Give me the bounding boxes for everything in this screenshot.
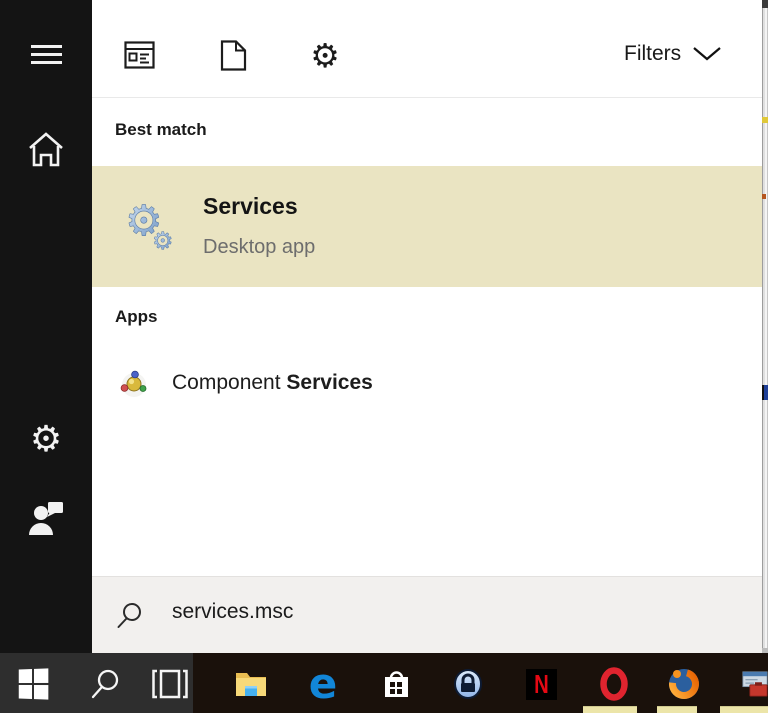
settings-filter-icon: ⚙ xyxy=(310,35,340,75)
component-services-icon xyxy=(120,370,147,397)
result-services[interactable]: ⚙ ⚙ Services Desktop app xyxy=(92,166,762,287)
user-icon xyxy=(29,502,63,535)
task-view-button[interactable] xyxy=(150,664,190,704)
edge-fragment xyxy=(762,117,768,123)
apps-filter-icon xyxy=(123,41,155,69)
folder-icon xyxy=(236,673,266,696)
search-flyout-panel: ⚙ Filters Best match ⚙ ⚙ Services Deskto… xyxy=(92,0,762,653)
best-match-header: Best match xyxy=(115,120,207,139)
result-text: Component Services xyxy=(172,371,373,394)
svg-text:⚙: ⚙ xyxy=(152,227,174,251)
edge-fragment xyxy=(762,0,768,8)
keepass-button[interactable] xyxy=(448,664,488,704)
filter-settings-button[interactable]: ⚙ xyxy=(308,38,342,72)
padlock-icon xyxy=(454,669,482,699)
filters-label: Filters xyxy=(624,42,682,65)
search-box[interactable] xyxy=(92,576,762,653)
store-bag-icon xyxy=(385,671,408,697)
gear-icon: ⚙ xyxy=(29,419,63,460)
result-subtitle: Desktop app xyxy=(203,236,316,258)
firefox-icon xyxy=(669,669,699,699)
sidebar-item-home[interactable] xyxy=(0,122,92,178)
chevron-down-icon xyxy=(693,47,721,61)
taskbar-search-button[interactable] xyxy=(85,664,125,704)
edge-icon: e xyxy=(308,659,338,708)
search-icon xyxy=(117,603,141,628)
netflix-button[interactable]: N xyxy=(521,664,561,704)
result-component-services[interactable]: Component Services xyxy=(92,358,762,410)
expand-menu-button[interactable] xyxy=(0,26,92,82)
task-view-icon xyxy=(152,669,188,699)
hamburger-icon xyxy=(30,40,62,69)
file-explorer-button[interactable] xyxy=(231,664,271,704)
edge-fragment xyxy=(762,385,768,400)
filter-apps-button[interactable] xyxy=(122,38,156,72)
windows-search-screen: ⚙ ⚙ Filters Best match ⚙ ⚙ Services Desk… xyxy=(0,0,768,713)
document-filter-icon xyxy=(220,39,246,71)
desktop-edge-strip xyxy=(762,0,768,653)
desktop-fragment xyxy=(720,706,768,713)
header-divider xyxy=(92,97,762,98)
start-button[interactable] xyxy=(13,664,53,704)
services-gears-icon: ⚙ ⚙ xyxy=(127,199,174,251)
desktop-fragment xyxy=(657,706,697,713)
edge-button[interactable]: e xyxy=(303,659,343,708)
windows-logo-icon xyxy=(18,668,49,700)
sidebar-item-settings[interactable]: ⚙ xyxy=(0,412,92,468)
filter-documents-button[interactable] xyxy=(216,38,250,72)
store-button[interactable] xyxy=(376,664,416,704)
home-icon xyxy=(29,132,63,167)
window-toolbox-icon xyxy=(742,671,768,697)
firefox-button[interactable] xyxy=(664,664,704,704)
sidebar-item-account[interactable] xyxy=(0,490,92,546)
netflix-icon: N xyxy=(525,668,557,700)
result-title: Services xyxy=(203,193,298,219)
desktop-fragment xyxy=(583,706,637,713)
start-sidebar: ⚙ xyxy=(0,0,92,653)
search-input[interactable] xyxy=(170,599,734,625)
search-icon xyxy=(91,669,119,699)
opera-button[interactable] xyxy=(594,664,634,704)
edge-fragment xyxy=(762,194,766,199)
filters-dropdown[interactable]: Filters xyxy=(624,41,721,67)
opera-icon xyxy=(600,667,628,701)
partial-app-button[interactable] xyxy=(742,664,768,704)
apps-header: Apps xyxy=(115,307,158,326)
